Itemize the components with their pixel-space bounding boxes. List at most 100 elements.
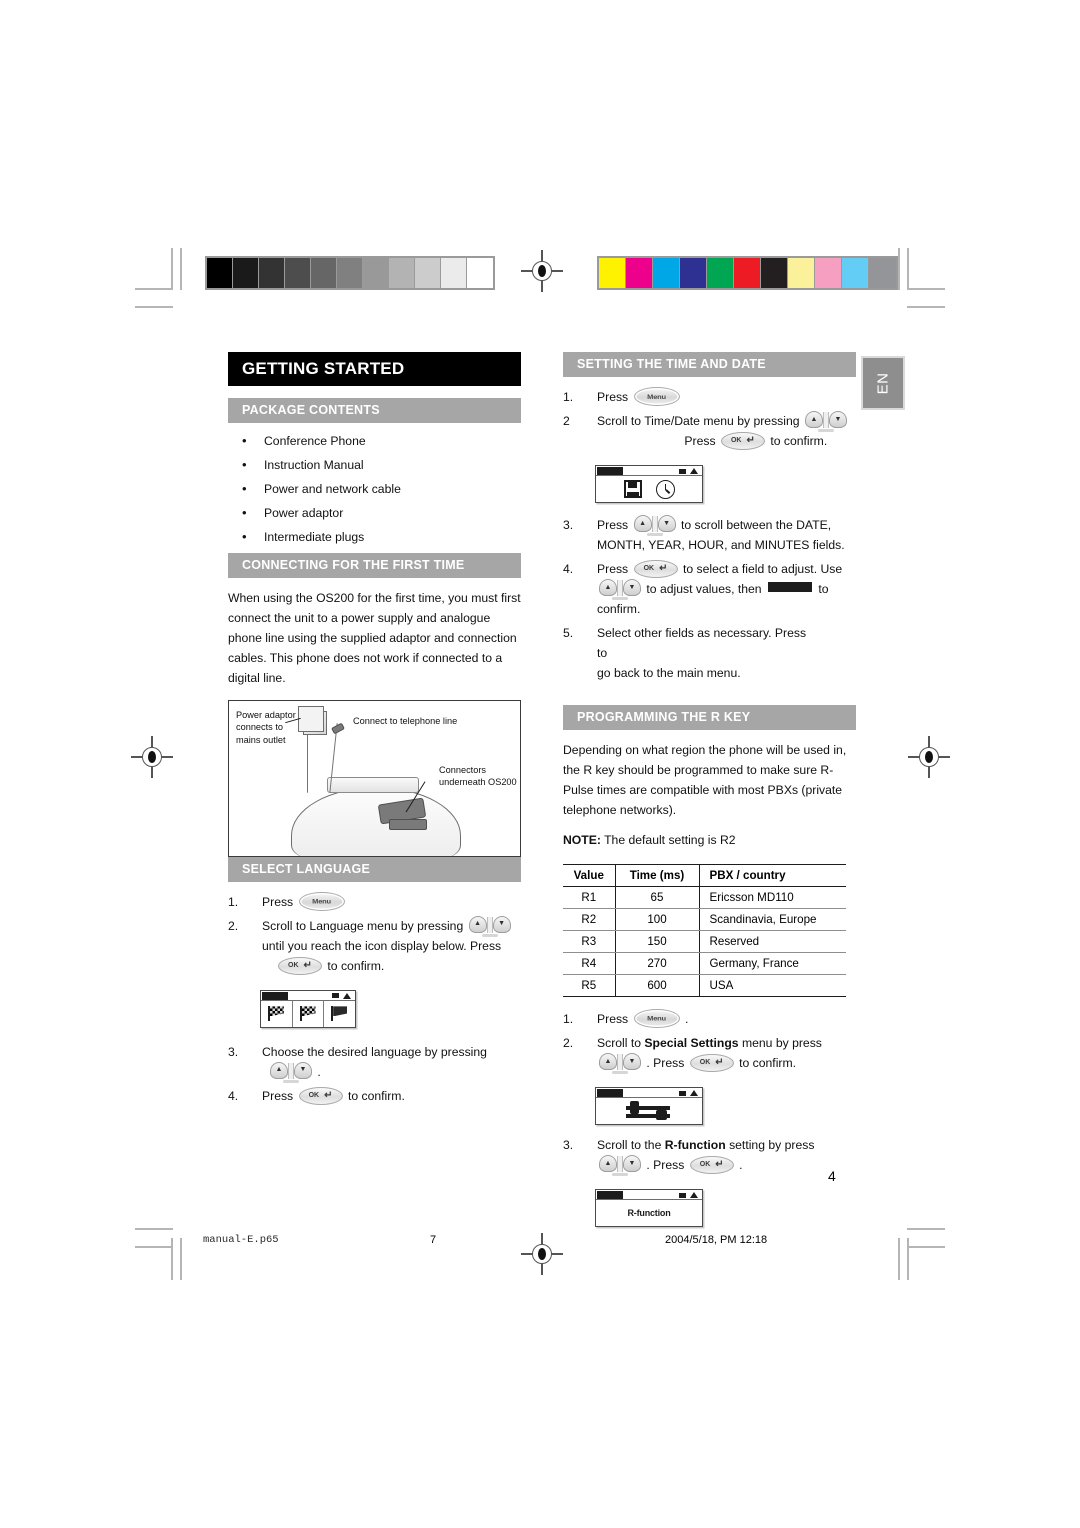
table-header-row: Value Time (ms) PBX / country: [563, 864, 846, 887]
color-calibration-bar: [597, 256, 898, 290]
step-text: Scroll to Language menu by pressing: [262, 918, 464, 933]
crop-mark-tl-v: [171, 248, 173, 290]
step-item: 1. Press Menu .: [563, 1009, 856, 1033]
calibration-swatch: [389, 258, 415, 288]
step-text: to scroll between the DATE,: [680, 518, 832, 532]
footer-timestamp: 2004/5/18, PM 12:18: [665, 1234, 768, 1246]
language-badge: EN: [861, 356, 905, 410]
up-down-key-icon[interactable]: ▲ ▼: [599, 579, 641, 600]
page-title: GETTING STARTED: [228, 352, 521, 386]
step-item: 4. Press OK ↵ to confirm.: [228, 1086, 521, 1110]
step-number-continuation: .: [563, 414, 567, 428]
step-item: 3. Scroll to the R-function setting by p…: [563, 1135, 856, 1179]
step-text: Press: [597, 518, 629, 532]
step-line: . Press OK ↵ to confirm.: [563, 414, 856, 451]
cell-value: R5: [563, 974, 616, 997]
step-text: to: [597, 646, 608, 660]
step-text: Press: [684, 434, 716, 448]
phone-lid-illustration: [327, 776, 419, 793]
section-heading-package-contents: PACKAGE CONTENTS: [228, 397, 521, 423]
step-line: Choose the desired language by pressing: [262, 1044, 487, 1059]
step-line: ▲ ▼ to adjust values, then to: [597, 579, 856, 600]
up-down-key-icon[interactable]: ▲ ▼: [468, 915, 511, 937]
list-item: Instruction Manual: [228, 456, 521, 481]
ok-key-icon[interactable]: OK ↵: [720, 432, 765, 450]
cell-value: R4: [563, 952, 616, 975]
cell-pbx: Reserved: [699, 930, 846, 953]
calibration-swatch: [337, 258, 363, 288]
step-text: Press: [597, 1012, 629, 1026]
step-text: menu by press: [741, 1036, 822, 1050]
flag-icon: [267, 1006, 285, 1022]
ok-key-icon[interactable]: OK ↵: [278, 956, 322, 975]
step-text: to confirm.: [347, 1088, 405, 1103]
clock-icon: [655, 479, 675, 499]
step-line: Scroll to Special Settings menu by press: [597, 1033, 856, 1053]
list-item: Intermediate plugs: [228, 528, 521, 553]
lcd-battery-icon: [332, 993, 339, 999]
step-text: Press: [262, 1088, 294, 1103]
step-item: 1. Press Menu: [228, 891, 521, 916]
ok-key-icon[interactable]: OK ↵: [633, 560, 678, 578]
step-number: 3.: [563, 1138, 574, 1152]
lcd-battery-icon: [679, 1192, 686, 1198]
connecting-paragraph: When using the OS200 for the first time,…: [228, 590, 521, 685]
step-line: confirm.: [597, 602, 641, 616]
lcd-battery-icon: [679, 1090, 686, 1096]
up-down-key-icon[interactable]: ▲ ▼: [270, 1061, 312, 1083]
step-item: 2. Scroll to Language menu by pressing ▲…: [228, 915, 521, 980]
note-text: The default setting is R2: [604, 833, 736, 847]
step-text: to select a field to adjust. Use: [682, 562, 843, 576]
crop-mark-tr-h2: [907, 306, 945, 308]
blank-key-icon[interactable]: [809, 626, 855, 636]
column-header-value: Value: [563, 864, 616, 887]
grayscale-calibration-bar: [205, 256, 495, 290]
r-key-paragraph: Depending on what region the phone will …: [563, 743, 847, 817]
label-connectors: Connectors underneath OS200: [439, 764, 517, 788]
up-down-key-icon[interactable]: ▲ ▼: [804, 411, 847, 432]
step-text: Press: [597, 390, 629, 404]
up-down-key-icon[interactable]: ▲ ▼: [599, 1155, 641, 1176]
registration-mark-right: [908, 736, 950, 778]
lcd-status-left: [597, 1191, 623, 1199]
cell-value: R1: [563, 886, 616, 909]
redacted-key-icon[interactable]: [767, 582, 812, 592]
step-line: ▲ ▼ . Press OK ↵ to confirm.: [597, 1053, 856, 1074]
cell-value: R2: [563, 908, 616, 931]
package-contents-list: Conference Phone Instruction Manual Powe…: [228, 432, 521, 553]
step-text: Scroll to: [597, 1036, 642, 1050]
menu-key-icon[interactable]: Menu: [298, 891, 345, 911]
step-line: go back to the main menu.: [597, 666, 741, 680]
ok-key-icon[interactable]: OK ↵: [298, 1086, 343, 1105]
flag-icon: [331, 1006, 348, 1022]
table-row: R3 150 Reserved: [563, 930, 846, 953]
step-number: 3.: [563, 518, 574, 532]
menu-key-icon[interactable]: Menu: [633, 1009, 680, 1028]
calibration-swatch: [599, 258, 626, 288]
cell-time: 270: [615, 952, 700, 975]
step-text-bold: Special Settings: [644, 1036, 739, 1050]
menu-key-icon[interactable]: Menu: [633, 387, 680, 406]
calibration-swatch: [653, 258, 680, 288]
footer-sheet-number: 7: [430, 1234, 437, 1246]
list-item: Power adaptor: [228, 504, 521, 529]
lcd-status-left: [262, 991, 288, 1000]
crop-mark-tr-v2: [898, 248, 900, 290]
select-language-steps-continued: 3. Choose the desired language by pressi…: [228, 1042, 521, 1110]
step-item: 2. Scroll to Special Settings menu by pr…: [563, 1033, 856, 1077]
crop-mark-tl-h2: [135, 306, 173, 308]
table-row: R5 600 USA: [563, 974, 846, 997]
footer-file-name: manual-E.p65: [203, 1234, 279, 1246]
up-down-key-icon[interactable]: ▲ ▼: [599, 1053, 641, 1074]
conference-phone-illustration: [291, 786, 461, 856]
step-number: 1.: [563, 1012, 574, 1026]
time-date-steps: 1. Press Menu 2 Scroll to Time/Date menu…: [563, 387, 856, 455]
up-down-key-icon[interactable]: ▲ ▼: [633, 515, 676, 536]
crop-mark-tl-h: [135, 288, 173, 290]
manual-page: EN GETTING STARTED PACKAGE CONTENTS Conf…: [0, 0, 1080, 1528]
ok-key-icon[interactable]: OK ↵: [689, 1054, 734, 1072]
ok-key-icon[interactable]: OK ↵: [689, 1156, 734, 1174]
calibration-swatch: [285, 258, 311, 288]
table-row: R2 100 Scandinavia, Europe: [563, 908, 846, 931]
step-item: 4. Press OK ↵ to select a field to adjust…: [563, 559, 856, 623]
